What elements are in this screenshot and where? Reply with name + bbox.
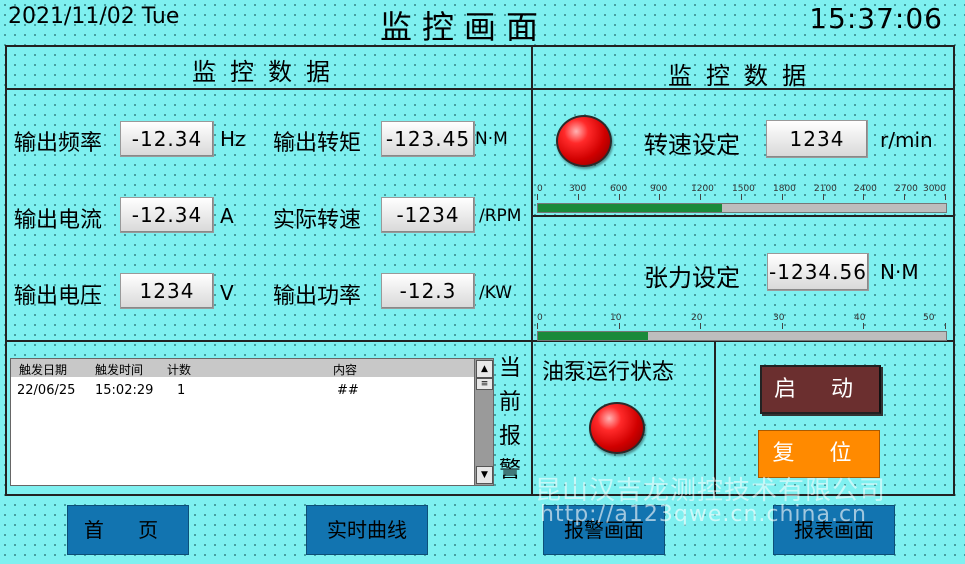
start-button[interactable]: 启 动 — [760, 365, 881, 414]
nav-curve-button[interactable]: 实时曲线 — [306, 505, 428, 555]
current-alarm-char: 警 — [498, 458, 521, 483]
scale-tick — [659, 194, 660, 200]
scale-label: 3000 — [923, 184, 946, 194]
scale-label: 1800 — [773, 184, 796, 194]
col-count: 计数 — [167, 363, 192, 377]
field-unit: A — [220, 204, 234, 228]
field-value: -12.34 — [120, 121, 214, 157]
nav-home-button[interactable]: 首 页 — [67, 505, 189, 555]
speed-scale: 0 300 600 900 1200 1500 1800 2100 2400 2700 3000 — [537, 184, 946, 200]
tension-bar — [537, 331, 947, 341]
tension-bar-fill — [538, 332, 649, 340]
field-unit: /KW — [479, 283, 513, 303]
tension-scale: 0 10 20 30 40 50 — [537, 313, 946, 329]
col-date: 触发日期 — [19, 363, 68, 377]
field-label: 实际转速 — [273, 208, 362, 233]
scale-tick — [945, 194, 946, 200]
scale-tick — [741, 194, 742, 200]
scale-tick — [782, 323, 783, 329]
scale-label: 900 — [650, 184, 668, 194]
field-label: 输出转矩 — [273, 131, 362, 156]
scale-label: 600 — [610, 184, 628, 194]
field-label: 输出功率 — [273, 284, 362, 309]
divider-alarm-pump — [531, 340, 533, 496]
scale-label: 0 — [537, 313, 543, 323]
watermark-url: http://a123qwe.cn.china.cn — [540, 502, 867, 527]
field-unit: Hz — [220, 127, 246, 151]
scale-label: 40 — [854, 313, 866, 323]
scale-tick — [863, 323, 864, 329]
speed-bar — [537, 203, 947, 213]
field-value: -12.3 — [381, 273, 475, 309]
scale-tick — [904, 194, 905, 200]
row-date: 22/06/25 — [17, 383, 76, 398]
scale-label: 2400 — [854, 184, 877, 194]
speed-bar-fill — [538, 204, 722, 212]
scale-tick — [782, 194, 783, 200]
speed-setting-input[interactable]: 1234 — [766, 120, 868, 158]
scale-tick — [537, 194, 538, 200]
col-time: 触发时间 — [95, 363, 144, 377]
field-value: -1234 — [381, 197, 475, 233]
col-content: 内容 — [333, 363, 358, 377]
speed-setting-unit: r/min — [880, 128, 933, 152]
scale-tick — [537, 323, 538, 329]
scale-label: 300 — [569, 184, 587, 194]
row-content: ## — [337, 383, 359, 398]
field-unit: /RPM — [479, 206, 522, 226]
scale-tick — [863, 194, 864, 200]
scale-tick — [578, 194, 579, 200]
row-time: 15:02:29 — [95, 383, 154, 398]
scale-tick — [700, 323, 701, 329]
scroll-thumb[interactable]: ≡ — [476, 378, 493, 390]
current-alarm-char: 当 — [498, 356, 521, 381]
field-unit: V — [220, 281, 234, 305]
scale-tick — [700, 194, 701, 200]
field-value: 1234 — [120, 273, 214, 309]
current-alarm-label: 当 前 报 警 — [497, 352, 523, 488]
pump-status-label: 油泵运行状态 — [542, 360, 675, 385]
status-lamp-icon — [556, 115, 612, 167]
tension-setting-label: 张力设定 — [644, 264, 740, 292]
scroll-down-icon[interactable]: ▼ — [476, 466, 493, 484]
scale-label: 50 — [923, 313, 935, 323]
field-label: 输出电压 — [14, 284, 103, 309]
table-row[interactable]: 22/06/25 15:02:29 1 ## — [11, 381, 475, 399]
scale-label: 20 — [691, 313, 703, 323]
tension-setting-input[interactable]: -1234.56 — [767, 253, 869, 291]
scale-tick — [619, 194, 620, 200]
scale-label: 1200 — [691, 184, 714, 194]
divider-right-split — [531, 215, 955, 217]
scale-label: 1500 — [732, 184, 755, 194]
scale-label: 2700 — [895, 184, 918, 194]
scale-tick — [945, 323, 946, 329]
scale-tick — [823, 194, 824, 200]
scale-tick — [619, 323, 620, 329]
field-label: 输出电流 — [14, 208, 103, 233]
page-title: 监控画面 — [380, 8, 549, 46]
field-label: 输出频率 — [14, 131, 103, 156]
right-panel-title: 监控数据 — [668, 62, 820, 90]
scale-label: 0 — [537, 184, 543, 194]
field-value: -123.45 — [381, 121, 475, 157]
current-alarm-char: 前 — [498, 390, 521, 415]
field-value: -12.34 — [120, 197, 214, 233]
tension-setting-unit: N·M — [880, 260, 919, 284]
alarm-list[interactable]: 触发日期 触发时间 计数 内容 22/06/25 15:02:29 1 ## ▲… — [10, 358, 494, 486]
speed-setting-label: 转速设定 — [644, 131, 740, 159]
date-display: 2021/11/02 Tue — [8, 4, 180, 29]
field-unit: N·M — [475, 129, 508, 149]
time-display: 15:37:06 — [809, 2, 943, 35]
alarm-scrollbar[interactable]: ▲ ≡ ▼ — [474, 359, 493, 485]
scroll-up-icon[interactable]: ▲ — [476, 360, 493, 378]
scale-label: 30 — [773, 313, 785, 323]
pump-status-lamp-icon — [589, 402, 645, 454]
current-alarm-char: 报 — [498, 424, 521, 449]
scale-label: 2100 — [814, 184, 837, 194]
left-panel-title: 监控数据 — [192, 58, 344, 86]
alarm-header: 触发日期 触发时间 计数 内容 — [11, 359, 475, 377]
scale-label: 10 — [610, 313, 622, 323]
row-count: 1 — [177, 383, 186, 398]
